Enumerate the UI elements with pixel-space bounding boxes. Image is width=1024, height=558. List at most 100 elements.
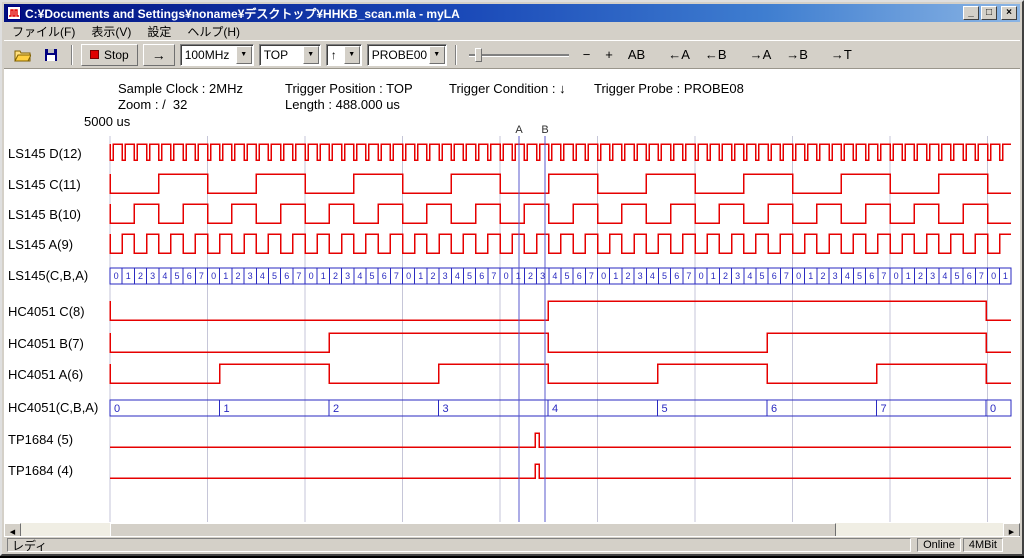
bus-value: 6 [772, 271, 777, 281]
bus-value: 2 [723, 271, 728, 281]
open-folder-icon [14, 48, 31, 62]
trigger-position-value: TOP [260, 48, 303, 62]
menubar: ファイル(F) 表示(V) 設定 ヘルプ(H) [4, 22, 1020, 40]
waveform-trace [110, 234, 1011, 253]
bus-value: 0 [991, 271, 996, 281]
zoom-out-button[interactable]: − [578, 44, 596, 65]
bus-value: 5 [467, 271, 472, 281]
bus-value: 7 [881, 271, 886, 281]
waveform-trace [110, 144, 1011, 160]
set-marker-a-button[interactable]: →A [745, 44, 777, 65]
window-title: C:¥Documents and Settings¥noname¥デスクトップ¥… [25, 5, 961, 22]
titlebar[interactable]: C:¥Documents and Settings¥noname¥デスクトップ¥… [4, 4, 1020, 22]
bus-value: 5 [760, 271, 765, 281]
bus-value: 5 [662, 271, 667, 281]
zoom-slider-thumb[interactable] [475, 48, 482, 62]
goto-marker-a-button[interactable]: ←A [663, 44, 695, 65]
bus-value: 6 [869, 271, 874, 281]
clock-select[interactable]: 100MHz ▼ [180, 44, 254, 66]
close-button[interactable]: × [1001, 6, 1017, 20]
menu-settings[interactable]: 設定 [139, 22, 179, 41]
bus-value: 1 [1003, 271, 1008, 281]
bus-cell [329, 400, 439, 416]
bus-value: 4 [162, 271, 167, 281]
run-button[interactable]: → [143, 44, 175, 66]
bus-value: 3 [833, 271, 838, 281]
zoom-slider-track [469, 54, 569, 56]
bus-value: 4 [650, 271, 655, 281]
waveform-trace [110, 433, 1011, 447]
bus-value: 0 [211, 271, 216, 281]
bus-value: 0 [309, 271, 314, 281]
open-button[interactable] [10, 44, 34, 66]
bus-value: 4 [552, 403, 558, 415]
probe-select-value: PROBE00 [368, 48, 429, 62]
trigger-probe-info: Trigger Probe : PROBE08 [594, 81, 744, 96]
goto-marker-b-button[interactable]: ←B [700, 44, 732, 65]
trigger-edge-value: ↑ [327, 48, 344, 62]
bus-value: 4 [357, 271, 362, 281]
trigger-position-select[interactable]: TOP ▼ [259, 44, 321, 66]
floppy-disk-icon [44, 48, 58, 62]
waveform-trace [110, 301, 1011, 320]
bus-cell [767, 400, 877, 416]
bus-value: 7 [491, 271, 496, 281]
status-message: レディ [7, 538, 911, 552]
bus-value: 6 [967, 271, 972, 281]
bus-value: 5 [955, 271, 960, 281]
bus-cell [439, 400, 549, 416]
bus-value: 4 [552, 271, 557, 281]
bus-value: 3 [345, 271, 350, 281]
stop-button[interactable]: Stop [81, 44, 138, 66]
trigger-position-info: Trigger Position : TOP [285, 81, 413, 96]
maximize-button[interactable]: □ [981, 6, 997, 20]
bus-value: 1 [224, 403, 230, 415]
bus-value: 2 [625, 271, 630, 281]
bus-value: 6 [577, 271, 582, 281]
bus-value: 1 [808, 271, 813, 281]
chevron-down-icon[interactable]: ▼ [429, 46, 445, 64]
bus-value: 2 [235, 271, 240, 281]
toolbar-separator [71, 45, 73, 65]
zoom-in-button[interactable]: + [600, 44, 618, 65]
bus-cell [548, 400, 658, 416]
menu-view[interactable]: 表示(V) [83, 22, 139, 41]
app-icon[interactable] [7, 6, 21, 20]
bus-value: 3 [150, 271, 155, 281]
bus-value: 5 [857, 271, 862, 281]
minimize-button[interactable]: _ [963, 6, 979, 20]
bus-value: 7 [686, 271, 691, 281]
ab-span-button[interactable]: AB [623, 44, 650, 65]
menu-file[interactable]: ファイル(F) [4, 22, 83, 41]
zoom-slider[interactable] [469, 45, 569, 65]
chevron-down-icon[interactable]: ▼ [344, 46, 360, 64]
bus-value: 7 [881, 403, 887, 415]
probe-select[interactable]: PROBE00 ▼ [367, 44, 447, 66]
bus-value: 6 [674, 271, 679, 281]
chevron-down-icon[interactable]: ▼ [303, 46, 319, 64]
status-memory: 4MBit [963, 538, 1003, 552]
save-button[interactable] [39, 44, 63, 66]
bus-value: 2 [138, 271, 143, 281]
time-scale-label: 5000 us [84, 114, 130, 129]
app-window: 0123456701234567012345670123456701234567… [0, 0, 1024, 556]
sample-clock-info: Sample Clock : 2MHz [118, 81, 243, 96]
menu-help[interactable]: ヘルプ(H) [179, 22, 248, 41]
toolbar-separator [455, 45, 457, 65]
bus-cell [220, 400, 330, 416]
zoom-info: Zoom : / 32 [118, 97, 187, 112]
set-marker-b-button[interactable]: →B [781, 44, 813, 65]
bus-value: 3 [443, 403, 449, 415]
bus-value: 1 [418, 271, 423, 281]
trigger-edge-select[interactable]: ↑ ▼ [326, 44, 362, 66]
chevron-down-icon[interactable]: ▼ [236, 46, 252, 64]
bus-value: 6 [479, 271, 484, 281]
bus-value: 7 [296, 271, 301, 281]
goto-trigger-button[interactable]: →T [826, 44, 857, 65]
run-arrow-icon: → [152, 47, 166, 63]
bus-value: 1 [126, 271, 131, 281]
bus-value: 2 [333, 271, 338, 281]
marker-label: B [541, 124, 548, 136]
bus-value: 3 [443, 271, 448, 281]
bus-value: 4 [455, 271, 460, 281]
